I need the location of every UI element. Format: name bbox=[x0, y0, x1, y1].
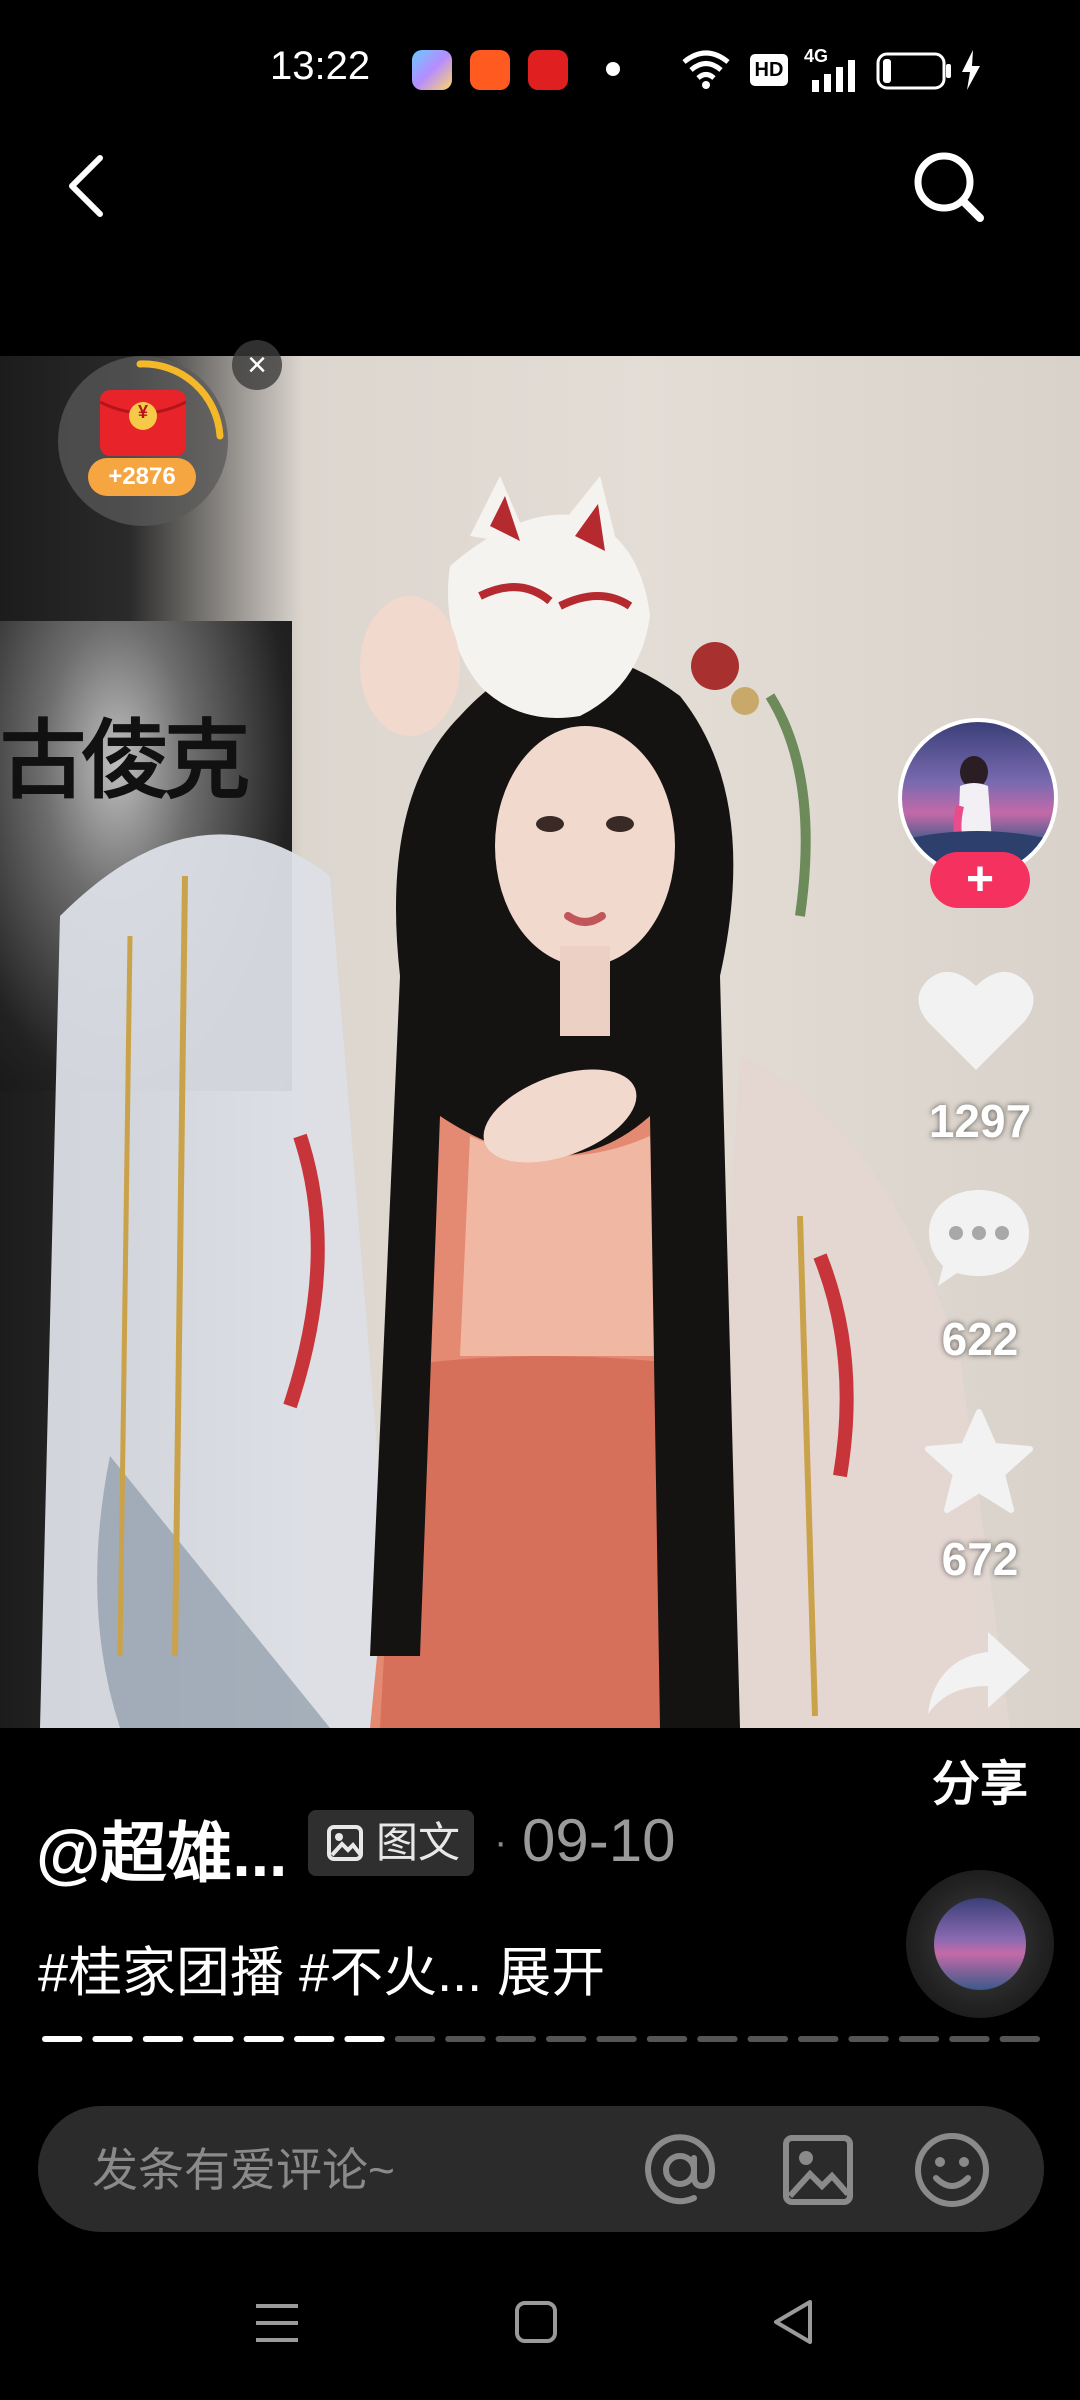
redpacket-amount: +2876 bbox=[88, 458, 196, 496]
back-nav-icon[interactable] bbox=[770, 2298, 816, 2346]
emoji-icon[interactable] bbox=[912, 2130, 992, 2210]
progress-segment bbox=[646, 2036, 688, 2042]
favorite-count: 672 bbox=[941, 1533, 1019, 1585]
progress-segment-viewed bbox=[193, 2036, 234, 2042]
progress-segment bbox=[747, 2036, 788, 2042]
heart-icon bbox=[918, 971, 1034, 1070]
progress-segment bbox=[445, 2036, 486, 2042]
progress-segment bbox=[596, 2036, 637, 2042]
search-button[interactable] bbox=[910, 148, 988, 226]
signal-icon bbox=[812, 60, 855, 92]
gallery-app-icon bbox=[412, 50, 452, 90]
wifi-icon bbox=[682, 50, 730, 89]
progress-segment bbox=[697, 2036, 738, 2042]
music-disc[interactable] bbox=[906, 1870, 1054, 2018]
comment-bar bbox=[38, 2106, 1044, 2234]
slide-progress-bar bbox=[42, 2036, 1040, 2042]
image-text-badge: 图文 bbox=[308, 1810, 474, 1876]
redpacket-close-button[interactable]: × bbox=[232, 340, 282, 390]
status-time: 13:22 bbox=[270, 44, 371, 88]
progress-segment bbox=[949, 2036, 990, 2042]
progress-segment bbox=[898, 2036, 940, 2042]
back-button[interactable] bbox=[58, 150, 118, 222]
currency-symbol: ¥ bbox=[137, 402, 148, 422]
hd-icon: HD bbox=[750, 54, 788, 86]
progress-segment bbox=[848, 2036, 889, 2042]
like-button[interactable] bbox=[918, 966, 1034, 1072]
redpacket-icon bbox=[100, 390, 186, 456]
comment-input[interactable] bbox=[90, 2106, 654, 2234]
shopping-app-icon bbox=[528, 50, 568, 90]
mention-icon[interactable] bbox=[642, 2132, 718, 2208]
progress-segment-viewed bbox=[243, 2036, 284, 2042]
game-center-icon bbox=[470, 50, 510, 90]
comment-count: 622 bbox=[941, 1313, 1019, 1365]
author-name[interactable]: @超雄... bbox=[36, 1800, 287, 1896]
charging-icon bbox=[962, 50, 980, 90]
progress-segment-viewed bbox=[294, 2036, 335, 2042]
star-icon bbox=[925, 1409, 1033, 1513]
progress-segment bbox=[546, 2036, 587, 2042]
redpacket-widget[interactable]: ¥ bbox=[58, 356, 228, 526]
progress-segment bbox=[495, 2036, 536, 2042]
chevron-left-icon bbox=[69, 155, 103, 217]
share-arrow-icon bbox=[928, 1632, 1030, 1714]
comment-button[interactable] bbox=[926, 1186, 1032, 1290]
share-label: 分享 bbox=[931, 1758, 1028, 1811]
image-icon bbox=[327, 1825, 363, 1861]
badge-label: 图文 bbox=[376, 1819, 461, 1866]
post-description[interactable]: #桂家团播 #不火... 展开 bbox=[38, 1928, 605, 2007]
follow-button[interactable]: + bbox=[930, 852, 1030, 908]
progress-segment bbox=[798, 2036, 839, 2042]
share-button[interactable] bbox=[924, 1628, 1034, 1716]
progress-segment-viewed bbox=[42, 2036, 83, 2042]
favorite-button[interactable] bbox=[924, 1408, 1034, 1514]
progress-segment-viewed bbox=[344, 2036, 385, 2042]
progress-segment bbox=[999, 2036, 1040, 2042]
progress-segment-viewed bbox=[92, 2036, 133, 2042]
search-icon bbox=[914, 152, 984, 222]
progress-segment-viewed bbox=[142, 2036, 184, 2042]
comment-icon bbox=[929, 1190, 1029, 1286]
music-cover bbox=[934, 1898, 1026, 1990]
dot-icon bbox=[606, 62, 620, 76]
menu-nav-icon[interactable] bbox=[254, 2300, 300, 2346]
like-count: 1297 bbox=[928, 1095, 1032, 1147]
separator-dot: · bbox=[494, 1820, 508, 1864]
progress-segment bbox=[394, 2036, 436, 2042]
picture-icon[interactable] bbox=[782, 2134, 854, 2206]
home-nav-icon[interactable] bbox=[514, 2300, 558, 2344]
battery-icon bbox=[876, 52, 951, 90]
post-date: 09-10 bbox=[522, 1807, 676, 1874]
